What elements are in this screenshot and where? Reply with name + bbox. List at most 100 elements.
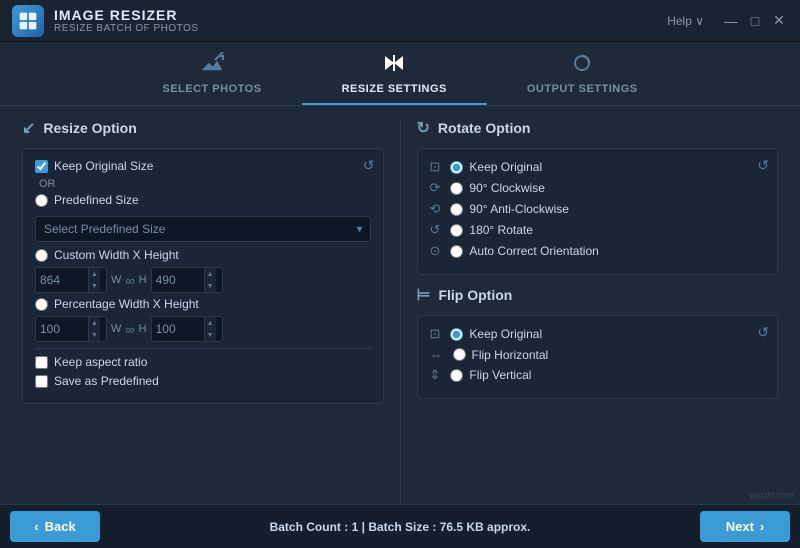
keep-aspect-row: Keep aspect ratio bbox=[35, 355, 371, 369]
flip-vertical-radio[interactable] bbox=[450, 369, 463, 382]
percentage-label[interactable]: Percentage Width X Height bbox=[54, 297, 199, 311]
rotate-reset-button[interactable]: ↺ bbox=[757, 157, 769, 174]
flip-options-box: ↺ ⊡ Keep Original ⇔ Flip Horizontal ⇕ Fl… bbox=[417, 315, 779, 399]
flip-icon: ⊨ bbox=[417, 285, 431, 305]
rotate-icon: ↻ bbox=[417, 118, 430, 138]
percent-h-label: H bbox=[139, 323, 147, 335]
bottom-checks: Keep aspect ratio Save as Predefined bbox=[35, 355, 371, 388]
batch-size-value: 76.5 KB approx. bbox=[440, 520, 531, 534]
rotate-180-radio[interactable] bbox=[450, 224, 463, 237]
percent-height-up[interactable]: ▲ bbox=[205, 317, 216, 329]
back-button[interactable]: ‹ Back bbox=[10, 511, 100, 542]
rotate-90acw-label: 90° Anti-Clockwise bbox=[469, 202, 569, 216]
rotate-keep-original-radio[interactable] bbox=[450, 161, 463, 174]
tab-select-photos-label: SELECT PHOTOS bbox=[162, 83, 261, 95]
app-logo bbox=[12, 5, 44, 37]
app-subtitle: RESIZE BATCH OF PHOTOS bbox=[54, 23, 667, 34]
flip-horizontal-radio[interactable] bbox=[453, 348, 466, 361]
save-predefined-checkbox[interactable] bbox=[35, 375, 48, 388]
rotate-section: ↻ Rotate Option ↺ ⊡ Keep Original ⟳ 90° … bbox=[417, 118, 779, 275]
height-input[interactable] bbox=[152, 271, 204, 289]
tab-output-settings-label: OUTPUT SETTINGS bbox=[527, 83, 638, 95]
percent-width-input[interactable] bbox=[36, 320, 88, 338]
flip-section: ⊨ Flip Option ↺ ⊡ Keep Original ⇔ Flip H… bbox=[417, 285, 779, 399]
percent-height-down[interactable]: ▼ bbox=[205, 329, 216, 341]
resize-icon: ↙ bbox=[22, 118, 35, 138]
rotate-auto-radio[interactable] bbox=[450, 245, 463, 258]
batch-count-label: Batch Count : bbox=[270, 520, 349, 534]
close-button[interactable]: ✕ bbox=[770, 12, 788, 30]
flip-reset-button[interactable]: ↺ bbox=[757, 324, 769, 341]
app-title-block: IMAGE RESIZER RESIZE BATCH OF PHOTOS bbox=[54, 7, 667, 34]
width-spinner: ▲ ▼ bbox=[88, 268, 100, 292]
height-down-button[interactable]: ▼ bbox=[205, 280, 216, 292]
percent-height-input[interactable] bbox=[152, 320, 204, 338]
width-down-button[interactable]: ▼ bbox=[89, 280, 100, 292]
watermark: wsxdn.com bbox=[749, 490, 794, 500]
predefined-label[interactable]: Predefined Size bbox=[54, 193, 139, 207]
predefined-row: Predefined Size bbox=[35, 193, 371, 207]
rotate-180-label: 180° Rotate bbox=[469, 223, 533, 237]
tab-resize-settings[interactable]: RESIZE SETTINGS bbox=[302, 42, 487, 105]
flip-vertical-icon: ⇕ bbox=[430, 367, 441, 383]
predefined-radio[interactable] bbox=[35, 194, 48, 207]
keep-aspect-checkbox[interactable] bbox=[35, 356, 48, 369]
help-button[interactable]: Help ∨ bbox=[667, 14, 704, 28]
rotate-keep-original-label: Keep Original bbox=[469, 160, 542, 174]
nav-tabs: SELECT PHOTOS RESIZE SETTINGS OUTPUT SET… bbox=[0, 42, 800, 106]
flip-horizontal-row: ⇔ Flip Horizontal bbox=[430, 347, 766, 362]
flip-horizontal-icon: ⇔ bbox=[430, 347, 443, 362]
flip-horizontal-label: Flip Horizontal bbox=[472, 348, 549, 362]
resize-options-box: ↺ Keep Original Size OR Predefined Size … bbox=[22, 148, 384, 404]
custom-size-radio[interactable] bbox=[35, 249, 48, 262]
flip-keep-original-radio[interactable] bbox=[450, 328, 463, 341]
rotate-90acw-radio[interactable] bbox=[450, 203, 463, 216]
width-input[interactable] bbox=[36, 271, 88, 289]
back-chevron-icon: ‹ bbox=[34, 519, 38, 534]
percentage-row: Percentage Width X Height bbox=[35, 297, 371, 311]
height-spinner: ▲ ▼ bbox=[204, 268, 216, 292]
maximize-button[interactable]: □ bbox=[746, 12, 764, 30]
tab-select-photos[interactable]: SELECT PHOTOS bbox=[122, 42, 301, 105]
save-predefined-label[interactable]: Save as Predefined bbox=[54, 374, 159, 388]
rotate-auto-icon: ⊙ bbox=[430, 243, 441, 259]
rotate-options-box: ↺ ⊡ Keep Original ⟳ 90° Clockwise ⟲ 90° … bbox=[417, 148, 779, 275]
width-up-button[interactable]: ▲ bbox=[89, 268, 100, 280]
rotate-180-icon: ↺ bbox=[430, 222, 441, 238]
batch-size-label: | Batch Size : bbox=[362, 520, 437, 534]
keep-original-label[interactable]: Keep Original Size bbox=[54, 159, 153, 173]
percent-w-label: W bbox=[111, 323, 121, 335]
back-label: Back bbox=[45, 519, 76, 534]
h-label: H bbox=[139, 274, 147, 286]
or-label: OR bbox=[39, 178, 371, 190]
output-settings-icon bbox=[569, 52, 595, 80]
rotate-180-row: ↺ 180° Rotate bbox=[430, 222, 766, 238]
height-up-button[interactable]: ▲ bbox=[205, 268, 216, 280]
keep-aspect-label[interactable]: Keep aspect ratio bbox=[54, 355, 147, 369]
flip-vertical-row: ⇕ Flip Vertical bbox=[430, 367, 766, 383]
next-button[interactable]: Next › bbox=[700, 511, 790, 542]
app-title: IMAGE RESIZER bbox=[54, 7, 667, 23]
rotate-90cw-label: 90° Clockwise bbox=[469, 181, 545, 195]
keep-original-row: Keep Original Size bbox=[35, 159, 371, 173]
rotate-90cw-radio[interactable] bbox=[450, 182, 463, 195]
predefined-select[interactable]: Select Predefined Size bbox=[35, 216, 371, 242]
minimize-button[interactable]: — bbox=[722, 12, 740, 30]
rotate-auto-row: ⊙ Auto Correct Orientation bbox=[430, 243, 766, 259]
percent-width-down[interactable]: ▼ bbox=[89, 329, 100, 341]
keep-original-checkbox[interactable] bbox=[35, 160, 48, 173]
percentage-radio[interactable] bbox=[35, 298, 48, 311]
percent-width-spinner: ▲ ▼ bbox=[88, 317, 100, 341]
rotate-90cw-row: ⟳ 90° Clockwise bbox=[430, 180, 766, 196]
w-label: W bbox=[111, 274, 121, 286]
resize-reset-button[interactable]: ↺ bbox=[363, 157, 375, 174]
percent-width-up[interactable]: ▲ bbox=[89, 317, 100, 329]
resize-option-title: ↙ Resize Option bbox=[22, 118, 384, 138]
flip-keep-original-label: Keep Original bbox=[469, 327, 542, 341]
percent-height-wrap: ▲ ▼ bbox=[151, 316, 223, 342]
tab-output-settings[interactable]: OUTPUT SETTINGS bbox=[487, 42, 678, 105]
flip-option-title: ⊨ Flip Option bbox=[417, 285, 779, 305]
flip-keep-icon: ⊡ bbox=[430, 326, 441, 342]
custom-size-label[interactable]: Custom Width X Height bbox=[54, 248, 179, 262]
rotate-option-title: ↻ Rotate Option bbox=[417, 118, 779, 138]
